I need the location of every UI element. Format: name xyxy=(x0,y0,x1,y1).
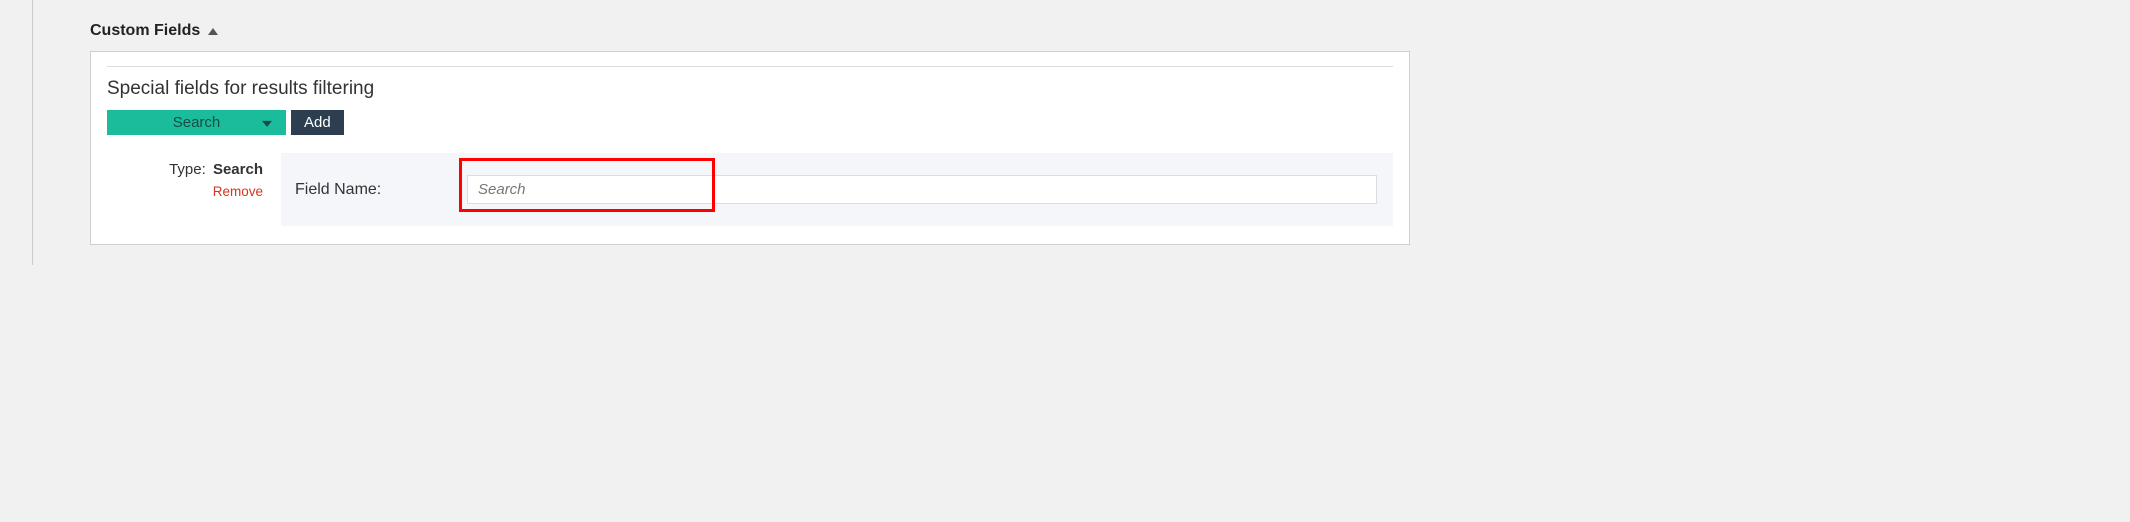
remove-link[interactable]: Remove xyxy=(107,184,263,199)
select-value: Search xyxy=(173,114,221,131)
add-button[interactable]: Add xyxy=(291,110,344,135)
panel-subtitle: Special fields for results filtering xyxy=(107,78,1393,100)
collapse-up-icon xyxy=(208,28,218,35)
section-header[interactable]: Custom Fields xyxy=(90,22,1410,40)
field-config-block: Type: Search Remove Field Name: xyxy=(107,153,1393,226)
field-name-label: Field Name: xyxy=(295,181,455,199)
section-title: Custom Fields xyxy=(90,22,200,40)
vertical-divider xyxy=(32,0,33,265)
field-meta: Type: Search Remove xyxy=(107,153,263,199)
type-value: Search xyxy=(213,161,263,178)
add-field-row: Search Add xyxy=(107,110,1393,135)
field-type-line: Type: Search xyxy=(107,161,263,178)
field-settings-box: Field Name: xyxy=(281,153,1393,226)
type-key: Type: xyxy=(169,161,206,178)
field-type-select[interactable]: Search xyxy=(107,110,286,135)
field-name-input[interactable] xyxy=(467,175,1377,204)
chevron-down-icon xyxy=(262,120,272,126)
panel-divider xyxy=(107,66,1393,67)
custom-fields-panel: Special fields for results filtering Sea… xyxy=(90,51,1410,245)
